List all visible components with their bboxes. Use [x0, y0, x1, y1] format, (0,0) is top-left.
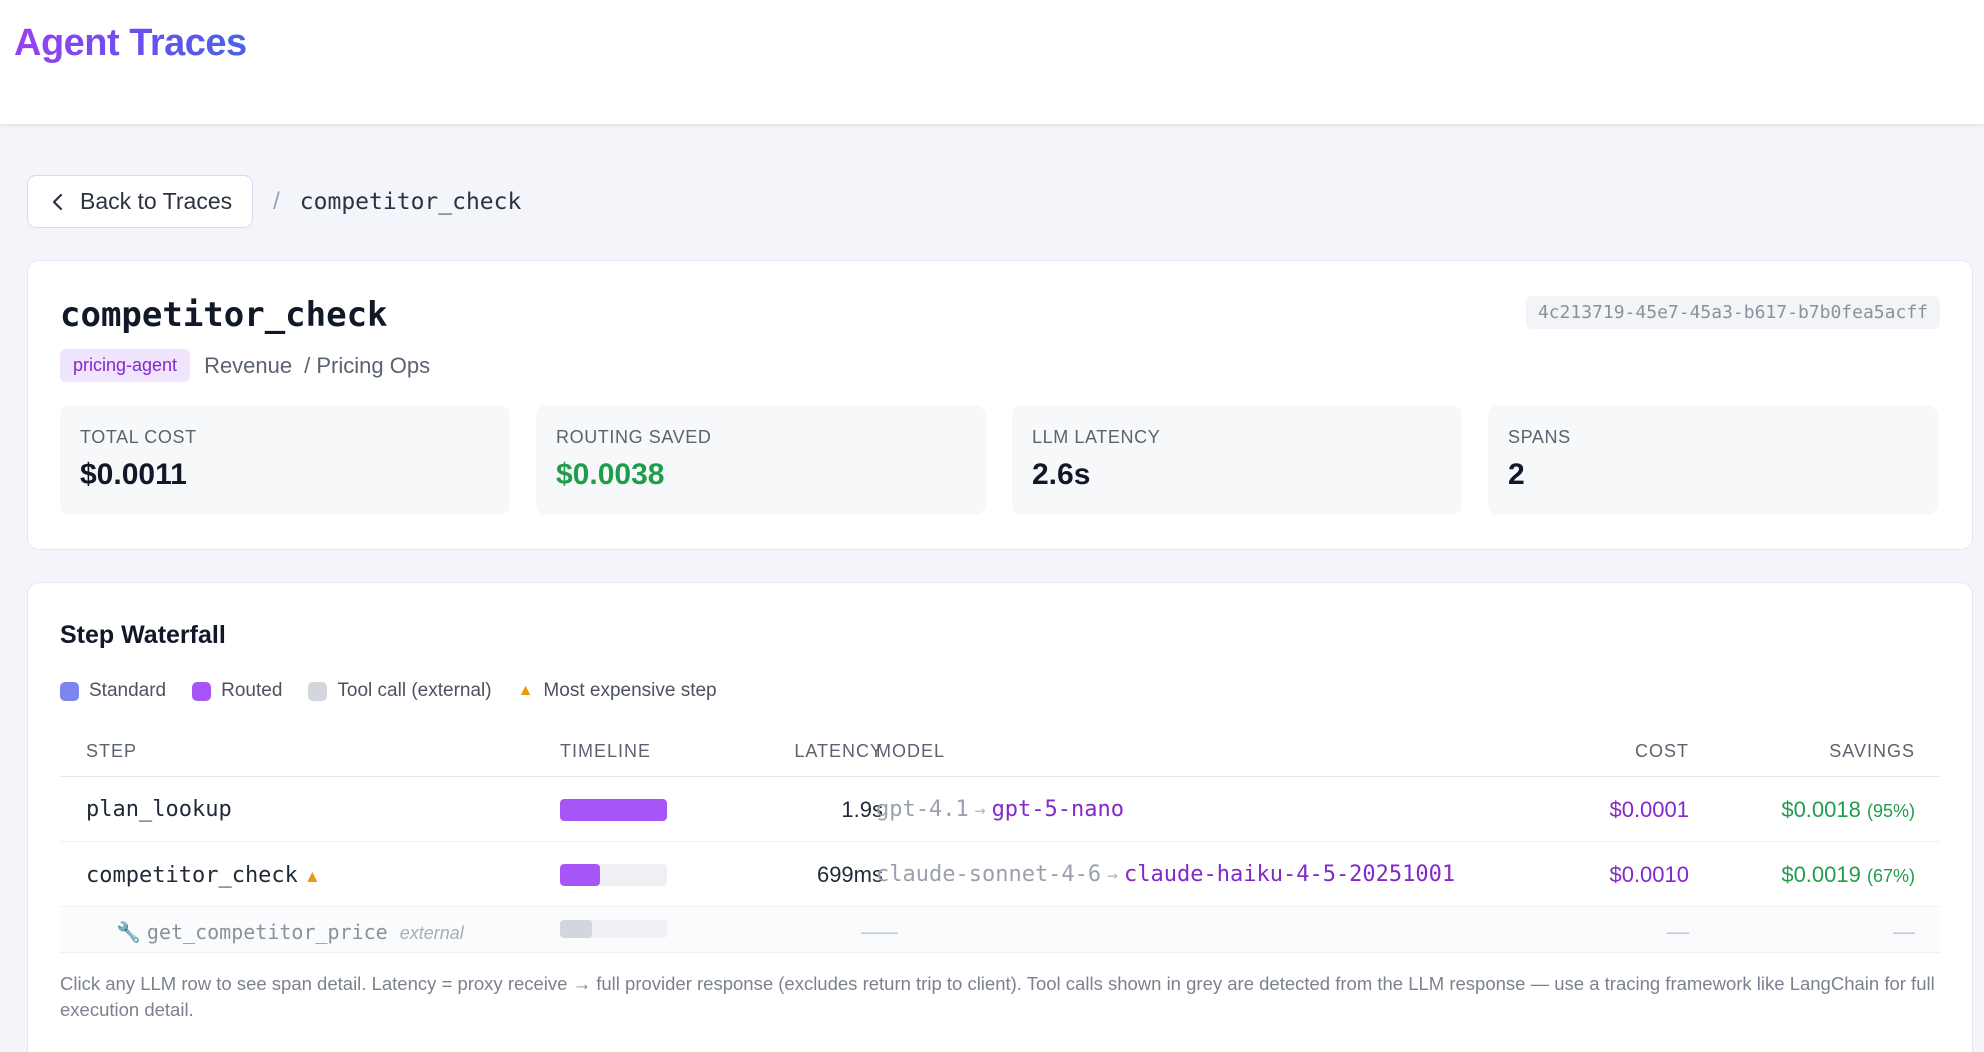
model-to: claude-haiku-4-5-20251001: [1124, 862, 1456, 887]
waterfall-table: STEP TIMELINE LATENCY MODEL COST SAVINGS…: [60, 723, 1940, 953]
step-name: competitor_check: [86, 863, 298, 888]
stat-value: $0.0038: [556, 458, 665, 491]
trace-id[interactable]: 4c213719-45e7-45a3-b617-b7b0fea5acff: [1525, 296, 1940, 329]
step-waterfall-card: Step Waterfall Standard Routed Tool call…: [27, 582, 1973, 1052]
legend-most-expensive: ▲ Most expensive step: [518, 680, 717, 702]
col-cost: COST: [1634, 741, 1689, 761]
legend-label: Tool call (external): [337, 680, 492, 701]
legend-swatch: [60, 681, 79, 701]
stat-value: $0.0011: [80, 458, 187, 491]
stat-spans: SPANS 2: [1488, 405, 1938, 515]
trace-summary-card: competitor_check 4c213719-45e7-45a3-b617…: [27, 260, 1973, 550]
latency-value: 699ms: [816, 862, 883, 887]
back-to-traces-button[interactable]: Back to Traces: [27, 175, 254, 228]
model-cell: gpt-4.1 → gpt-5-nano: [876, 797, 1124, 822]
cost-value: $0.0010: [1609, 862, 1689, 887]
savings-cell: $0.0018 (95%): [1781, 797, 1915, 823]
col-step: STEP: [86, 741, 138, 761]
warning-triangle-icon: ▲: [517, 682, 534, 699]
waterfall-footnote: Click any LLM row to see span detail. La…: [60, 973, 1935, 1020]
table-row[interactable]: plan_lookup 1.9s gpt-4.1 → gpt-5-nano $0.0…: [60, 777, 1940, 842]
timeline-bar: [560, 920, 593, 938]
timeline-bar: [560, 799, 667, 821]
table-row[interactable]: competitor_check ▲ 699ms claude-sonnet-4-…: [60, 842, 1940, 907]
timeline-bar-track: [560, 799, 667, 821]
col-latency: LATENCY: [794, 741, 883, 761]
model-value: —: [876, 919, 898, 944]
stat-llm-latency: LLM LATENCY 2.6s: [1012, 405, 1462, 515]
savings-value: —: [1893, 919, 1915, 944]
model-from: claude-sonnet-4-6: [876, 862, 1102, 887]
model-cell: claude-sonnet-4-6 → claude-haiku-4-5-20251…: [876, 862, 1455, 887]
tool-call-row: 🔧 get_competitor_price external — — — —: [60, 907, 1940, 953]
stat-label: SPANS: [1508, 427, 1571, 447]
stat-label: TOTAL COST: [80, 427, 197, 447]
col-timeline: TIMELINE: [560, 741, 652, 761]
stat-label: LLM LATENCY: [1032, 427, 1161, 447]
legend-routed: Routed: [192, 680, 282, 702]
external-tag: external: [399, 923, 464, 943]
legend-swatch: [308, 681, 328, 701]
savings-value: $0.0018: [1781, 797, 1861, 822]
step-name: plan_lookup: [86, 797, 232, 822]
stat-total-cost: TOTAL COST $0.0011: [60, 405, 510, 515]
warning-triangle-icon: ▲: [303, 867, 321, 886]
col-savings: SAVINGS: [1829, 741, 1915, 761]
timeline-bar-track: [560, 864, 667, 886]
breadcrumb-current: competitor_check: [299, 188, 522, 215]
trace-meta: pricing-agent Revenue / Pricing Ops: [60, 349, 430, 382]
trace-title: competitor_check: [60, 295, 388, 335]
timeline-bar: [560, 864, 600, 886]
legend-label: Most expensive step: [543, 680, 717, 701]
subteam-label: / Pricing Ops: [304, 352, 431, 378]
back-button-label: Back to Traces: [80, 188, 233, 214]
cost-value: —: [1667, 919, 1689, 944]
wrench-icon: 🔧: [116, 922, 141, 944]
breadcrumb: Back to Traces / competitor_check: [27, 175, 521, 228]
top-bar: Agent Traces: [0, 0, 1984, 124]
timeline-bar-track: [560, 920, 667, 938]
table-header: STEP TIMELINE LATENCY MODEL COST SAVINGS: [60, 723, 1940, 777]
stats-row: TOTAL COST $0.0011 ROUTING SAVED $0.0038…: [60, 405, 1938, 515]
waterfall-title: Step Waterfall: [60, 621, 226, 649]
stat-value: 2: [1508, 458, 1525, 491]
savings-cell: $0.0019 (67%): [1781, 862, 1915, 888]
breadcrumb-separator: /: [273, 187, 280, 215]
cost-value: $0.0001: [1609, 797, 1689, 822]
app-title: Agent Traces: [14, 22, 247, 64]
waterfall-legend: Standard Routed Tool call (external) ▲ M…: [60, 680, 743, 702]
tool-name: get_competitor_price: [146, 920, 388, 944]
stat-value: 2.6s: [1032, 458, 1091, 491]
model-from: gpt-4.1: [876, 797, 969, 822]
arrow-right-icon: →: [1107, 865, 1119, 886]
legend-standard: Standard: [60, 680, 166, 702]
step-cell: competitor_check ▲: [86, 862, 321, 888]
stat-label: ROUTING SAVED: [556, 427, 712, 447]
savings-value: $0.0019: [1781, 862, 1861, 887]
team-label: Revenue: [204, 352, 293, 378]
chevron-left-icon: [52, 193, 63, 210]
legend-label: Routed: [221, 680, 283, 701]
legend-swatch: [192, 681, 212, 701]
tool-step-cell: 🔧 get_competitor_price external: [116, 919, 464, 945]
arrow-right-icon: →: [974, 800, 986, 821]
stat-routing-saved: ROUTING SAVED $0.0038: [536, 405, 986, 515]
legend-label: Standard: [89, 680, 167, 701]
col-model: MODEL: [876, 741, 946, 761]
agent-tag[interactable]: pricing-agent: [60, 349, 191, 382]
legend-tool-call: Tool call (external): [308, 680, 492, 702]
savings-percent: (67%): [1866, 866, 1915, 886]
savings-percent: (95%): [1866, 801, 1915, 821]
model-to: gpt-5-nano: [991, 797, 1125, 822]
